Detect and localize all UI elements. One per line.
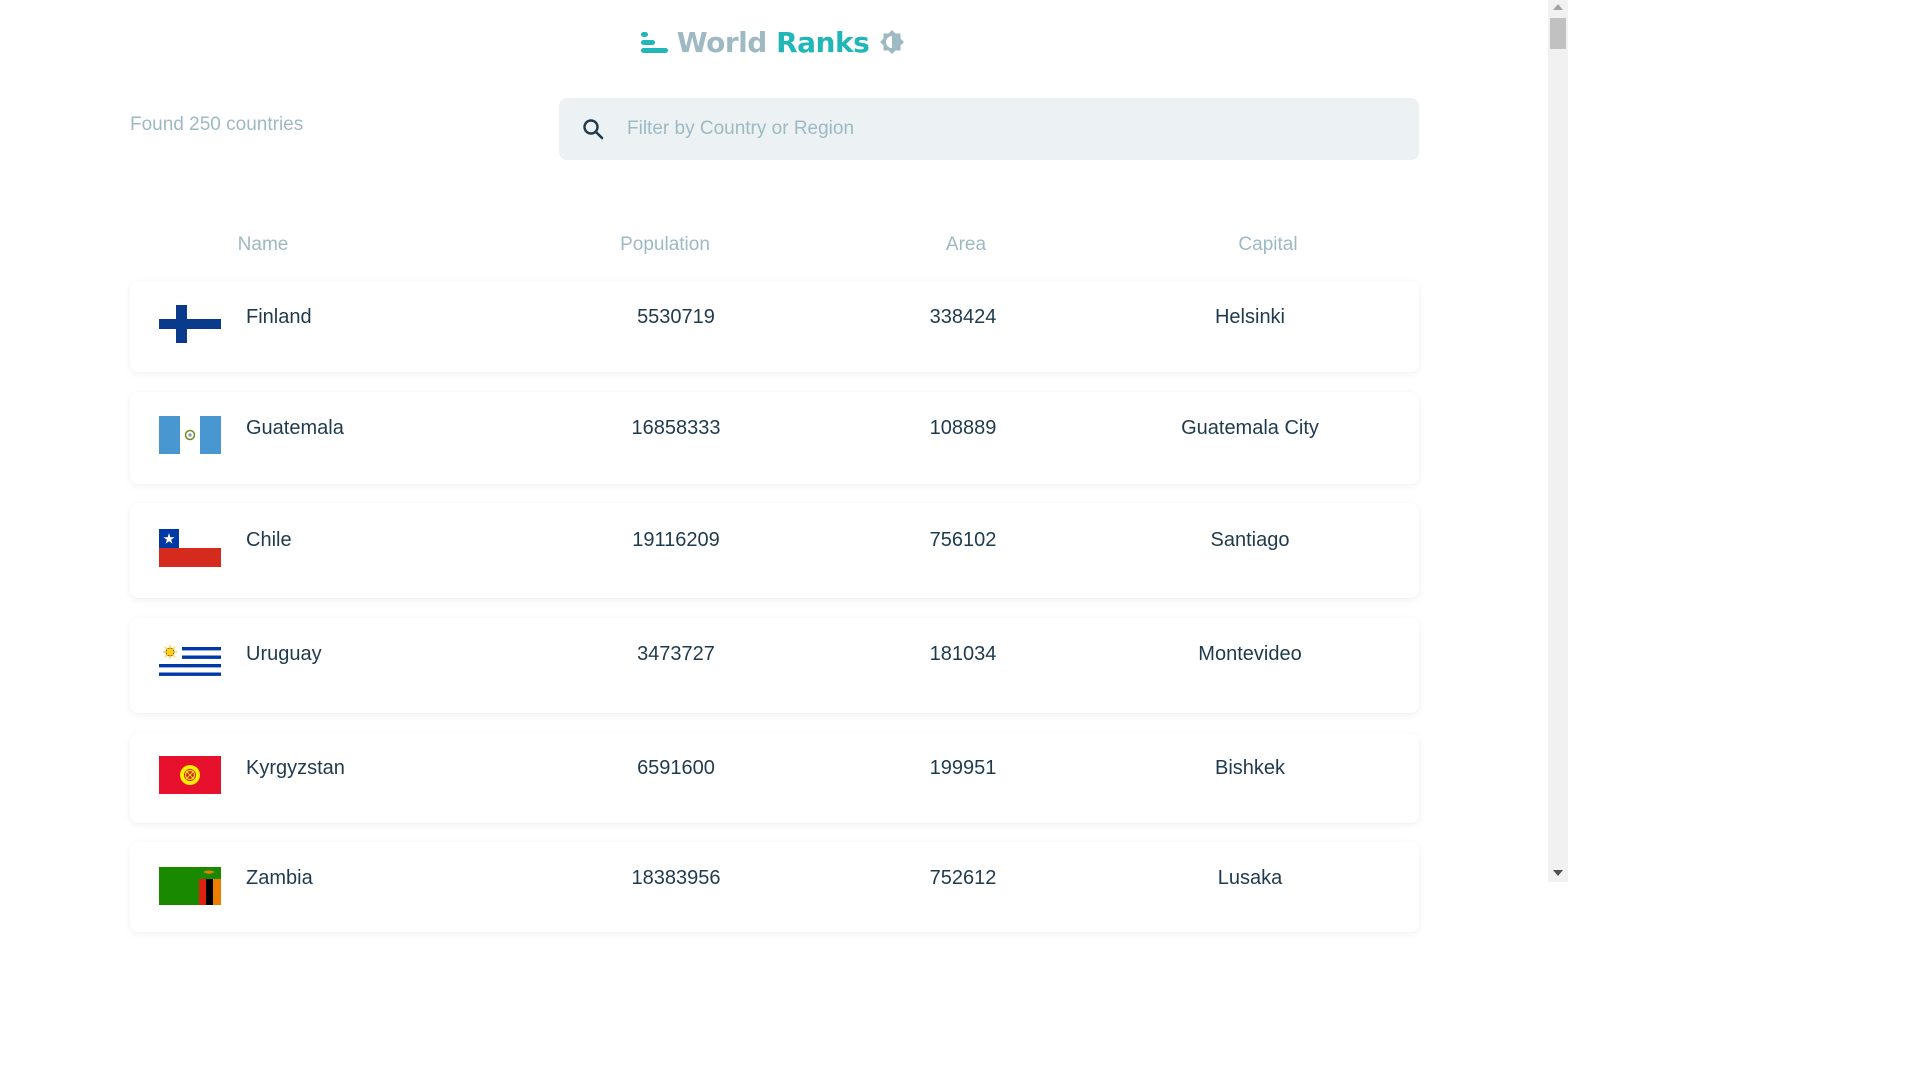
scroll-down-arrow-icon[interactable] (1553, 870, 1563, 876)
country-population: 6591600 (637, 757, 715, 779)
country-name: Kyrgyzstan (246, 757, 345, 779)
country-name: Zambia (246, 867, 313, 889)
country-capital: Bishkek (1214, 757, 1286, 779)
country-name: Finland (246, 306, 312, 328)
table-row[interactable]: Finland 5530719 338424 Helsinki (130, 281, 1419, 372)
app-header: World Ranks (0, 26, 1548, 59)
table-row[interactable]: Zambia 18383956 752612 Lusaka (130, 842, 1419, 932)
country-area: 756102 (929, 529, 997, 551)
country-capital: Guatemala City (1181, 417, 1319, 439)
country-population: 19116209 (632, 529, 720, 551)
scrollbar-thumb[interactable] (1550, 18, 1566, 49)
search-input[interactable] (627, 118, 1387, 140)
country-name: Chile (246, 529, 292, 551)
scroll-up-arrow-icon[interactable] (1553, 4, 1563, 10)
country-area: 752612 (929, 867, 997, 889)
country-area: 199951 (929, 757, 997, 779)
vertical-scrollbar[interactable] (1548, 0, 1568, 882)
country-capital: Lusaka (1217, 867, 1283, 889)
bars-icon (640, 31, 668, 53)
logo-ranks-text: Ranks (776, 26, 870, 59)
country-name: Guatemala (246, 417, 344, 439)
search-bar[interactable] (559, 98, 1419, 160)
finland-flag (159, 305, 221, 343)
column-header-population[interactable]: Population (620, 234, 710, 256)
theme-toggle-button[interactable] (877, 28, 907, 58)
country-name: Uruguay (246, 643, 322, 665)
guatemala-flag (159, 416, 221, 454)
chile-flag (159, 529, 221, 567)
brightness-icon (880, 29, 905, 54)
table-row[interactable]: Guatemala 16858333 108889 Guatemala City (130, 392, 1419, 484)
table-row[interactable]: Uruguay 3473727 181034 Montevideo (130, 618, 1419, 713)
column-header-area[interactable]: Area (946, 234, 986, 256)
country-population: 3473727 (637, 643, 715, 665)
uruguay-flag (159, 643, 221, 681)
country-capital: Helsinki (1214, 306, 1286, 328)
country-population: 16858333 (631, 417, 721, 439)
country-capital: Santiago (1210, 529, 1290, 551)
zambia-flag (159, 867, 221, 905)
country-population: 18383956 (631, 867, 721, 889)
column-header-capital[interactable]: Capital (1238, 234, 1297, 256)
country-area: 181034 (929, 643, 997, 665)
country-population: 5530719 (637, 306, 715, 328)
logo-world-text: World (676, 26, 768, 59)
search-icon (583, 119, 604, 140)
table-row[interactable]: Chile 19116209 756102 Santiago (130, 503, 1419, 598)
column-header-name[interactable]: Name (238, 234, 289, 256)
country-capital: Montevideo (1198, 643, 1302, 665)
country-area: 338424 (929, 306, 997, 328)
app-logo: World Ranks (677, 26, 870, 59)
kyrgyzstan-flag (159, 756, 221, 794)
country-area: 108889 (929, 417, 997, 439)
table-row[interactable]: Kyrgyzstan 6591600 199951 Bishkek (130, 733, 1419, 823)
table-header: Name Population Area Capital (130, 234, 1419, 258)
results-count: Found 250 countries (130, 114, 304, 135)
